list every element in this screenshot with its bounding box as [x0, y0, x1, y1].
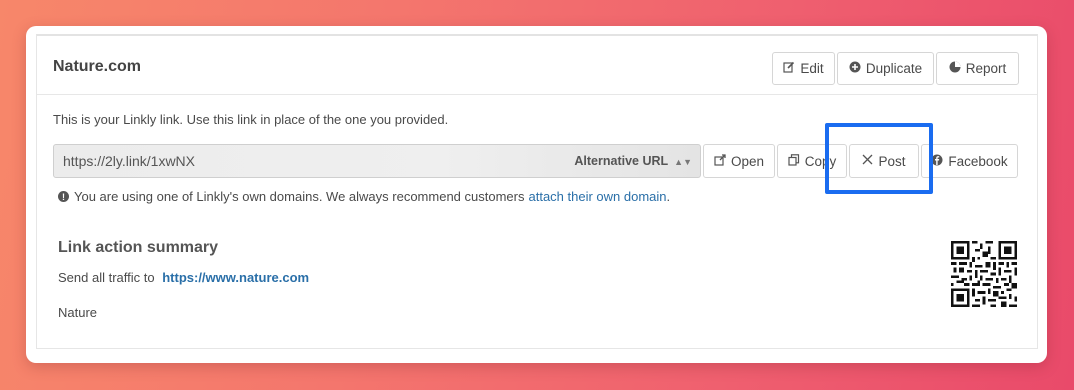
- edit-button[interactable]: Edit: [772, 52, 835, 85]
- edit-icon: [783, 61, 795, 76]
- attach-domain-link[interactable]: attach their own domain: [528, 189, 666, 204]
- link-description: This is your Linkly link. Use this link …: [53, 112, 449, 127]
- report-label: Report: [965, 61, 1007, 76]
- edit-label: Edit: [800, 61, 824, 76]
- copy-icon: [788, 153, 800, 169]
- facebook-label: Facebook: [948, 153, 1008, 169]
- external-link-icon: [714, 153, 726, 169]
- select-arrows-icon: ▲▼: [674, 157, 692, 167]
- report-button[interactable]: Report: [936, 52, 1019, 85]
- facebook-icon: [931, 154, 943, 169]
- duplicate-label: Duplicate: [865, 61, 923, 76]
- post-button-highlight: [825, 123, 933, 194]
- link-card: Nature.com Edit Duplicate Report This is…: [26, 26, 1047, 363]
- open-label: Open: [730, 153, 765, 169]
- warning-text: You are using one of Linkly's own domain…: [74, 189, 525, 204]
- duplicate-button[interactable]: Duplicate: [837, 52, 934, 85]
- summary-title: Link action summary: [58, 239, 219, 256]
- info-icon: !: [58, 191, 69, 202]
- open-button[interactable]: Open: [703, 144, 775, 178]
- short-url-text: https://2ly.link/1xwNX: [63, 153, 196, 169]
- traffic-prefix: Send all traffic to: [58, 270, 155, 285]
- alternative-url-select[interactable]: Alternative URL ▲▼: [574, 154, 692, 168]
- panel-title: Nature.com: [53, 58, 142, 75]
- domain-warning: ! You are using one of Linkly's own doma…: [58, 189, 670, 204]
- header-actions: Edit Duplicate Report: [770, 52, 1019, 85]
- destination-url-link[interactable]: https://www.nature.com: [162, 270, 309, 285]
- pie-chart-icon: [949, 61, 961, 76]
- link-note: Nature: [58, 305, 98, 320]
- short-url-field[interactable]: https://2ly.link/1xwNX Alternative URL ▲▼: [53, 144, 701, 178]
- panel-header: Nature.com Edit Duplicate Report: [37, 36, 1037, 95]
- warning-suffix: .: [666, 189, 671, 204]
- facebook-button[interactable]: Facebook: [921, 144, 1018, 178]
- qr-code[interactable]: [951, 241, 1017, 312]
- alternative-url-label: Alternative URL: [574, 154, 669, 168]
- plus-circle-icon: [849, 61, 861, 76]
- traffic-destination: Send all traffic to https://www.nature.c…: [58, 270, 309, 285]
